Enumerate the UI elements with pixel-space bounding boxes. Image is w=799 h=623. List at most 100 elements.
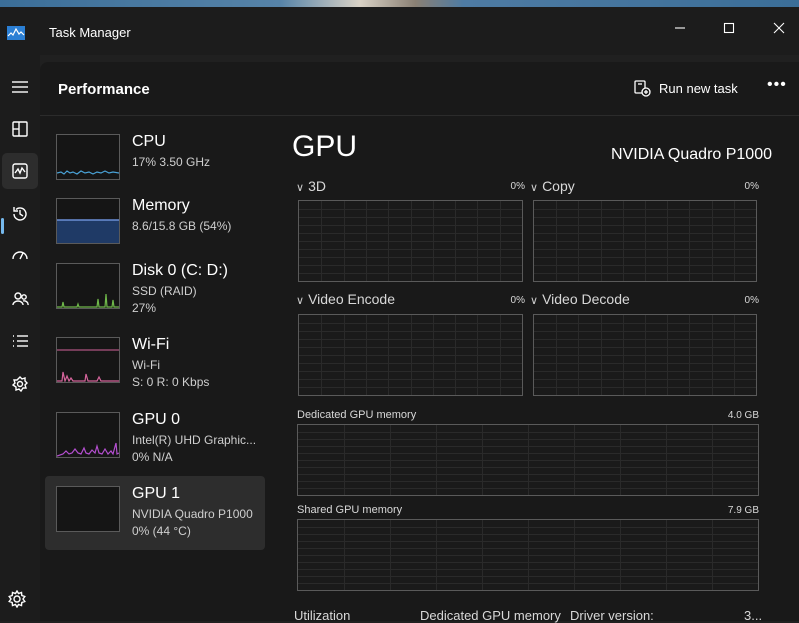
engine-3d-graph: [298, 200, 523, 282]
close-icon: [773, 22, 785, 34]
users-icon: [12, 292, 29, 306]
more-options-button[interactable]: •••: [767, 76, 787, 94]
nav-startup-apps[interactable]: [2, 238, 38, 274]
device-subtitle: 8.6/15.8 GB (54%): [132, 219, 232, 233]
engine-percent: 0%: [744, 295, 759, 306]
performance-icon: [12, 163, 28, 179]
disk-thumbnail-graph: [56, 263, 120, 309]
nav-menu-button[interactable]: [2, 69, 38, 105]
nav-services[interactable]: [2, 366, 38, 402]
memory-thumbnail-graph: [56, 198, 120, 244]
main-content: Performance Run new task ••• CPU 17% 3.5…: [40, 62, 799, 623]
page-header: Performance Run new task •••: [40, 62, 799, 116]
engine-percent: 0%: [510, 181, 525, 192]
run-new-task-label: Run new task: [659, 80, 738, 96]
engine-video-decode-label[interactable]: ∨ Video Decode: [530, 291, 630, 307]
dedicated-memory-max: 4.0 GB: [727, 410, 759, 421]
device-title: Disk 0 (C: D:): [132, 262, 228, 279]
task-manager-logo-icon: [7, 26, 25, 40]
shared-memory-label: Shared GPU memory: [297, 504, 403, 516]
device-subtitle: NVIDIA Quadro P1000: [132, 507, 253, 521]
desktop-wallpaper-strip: [0, 0, 799, 7]
maximize-button[interactable]: [706, 13, 752, 43]
engine-video-encode-label[interactable]: ∨ Video Encode: [296, 291, 395, 307]
gpu0-sparkline: [57, 442, 119, 457]
title-bar: Task Manager: [0, 7, 799, 55]
engine-name: Video Decode: [542, 291, 630, 307]
services-icon: [11, 376, 28, 393]
device-detail: S: 0 R: 0 Kbps: [132, 375, 210, 389]
detail-title: GPU: [292, 130, 358, 163]
minimize-icon: [675, 27, 685, 29]
device-card-gpu0[interactable]: GPU 0 Intel(R) UHD Graphic... 0% N/A: [45, 402, 265, 476]
nav-selected-indicator: [1, 218, 4, 234]
processes-icon: [12, 121, 28, 137]
run-new-task-button[interactable]: Run new task: [633, 78, 738, 98]
app-history-icon: [13, 207, 27, 221]
engine-name: Copy: [542, 178, 575, 194]
chevron-down-icon: ∨: [296, 182, 305, 194]
device-card-wifi[interactable]: Wi-Fi Wi-Fi S: 0 R: 0 Kbps: [45, 327, 265, 401]
chevron-down-icon: ∨: [530, 295, 539, 307]
device-title: Memory: [132, 197, 190, 214]
engine-copy-label[interactable]: ∨ Copy: [530, 178, 575, 194]
engine-3d-label[interactable]: ∨ 3D: [296, 178, 326, 194]
graph-grid: [299, 315, 522, 395]
engine-name: Video Encode: [308, 291, 395, 307]
device-card-disk[interactable]: Disk 0 (C: D:) SSD (RAID) 27%: [45, 253, 265, 327]
graph-grid: [299, 201, 522, 281]
engine-copy-graph: [533, 200, 757, 282]
window-title: Task Manager: [49, 25, 131, 40]
dedicated-memory-label: Dedicated GPU memory: [297, 409, 417, 421]
device-detail: 27%: [132, 301, 157, 315]
page-title: Performance: [58, 81, 150, 98]
device-card-memory[interactable]: Memory 8.6/15.8 GB (54%): [45, 188, 265, 262]
chevron-down-icon: ∨: [530, 182, 539, 194]
cpu-sparkline: [57, 170, 119, 175]
device-subtitle: 17% 3.50 GHz: [132, 155, 211, 169]
gpu0-thumbnail-graph: [56, 412, 120, 458]
device-detail: 0% N/A: [132, 450, 173, 464]
gpu-detail-panel: GPU NVIDIA Quadro P1000 ∨ 3D 0% ∨ Copy 0% …: [290, 124, 772, 621]
nav-details[interactable]: [2, 323, 38, 359]
cpu-thumbnail-graph: [56, 134, 120, 180]
wifi-sparkline: [57, 349, 119, 382]
device-title: Wi-Fi: [132, 336, 170, 353]
engine-video-encode-graph: [298, 314, 523, 396]
nav-users[interactable]: [2, 281, 38, 317]
dedicated-memory-graph: [297, 424, 759, 496]
device-title: CPU: [132, 133, 166, 150]
device-subtitle: SSD (RAID): [132, 284, 197, 298]
device-card-gpu1[interactable]: GPU 1 NVIDIA Quadro P1000 0% (44 °C): [45, 476, 265, 550]
minimize-button[interactable]: [657, 13, 703, 43]
engine-percent: 0%: [510, 295, 525, 306]
details-icon: [13, 335, 28, 347]
nav-app-history[interactable]: [2, 196, 38, 232]
gpu1-thumbnail-graph: [56, 486, 120, 532]
navigation-rail: [0, 55, 40, 621]
nav-performance[interactable]: [2, 153, 38, 189]
device-subtitle: Wi-Fi: [132, 358, 160, 372]
graph-grid: [298, 520, 758, 590]
hamburger-menu-icon: [12, 81, 28, 93]
device-title: GPU 1: [132, 485, 181, 502]
device-title: GPU 0: [132, 411, 181, 428]
engine-video-decode-graph: [533, 314, 757, 396]
gear-icon: [8, 590, 26, 608]
close-button[interactable]: [756, 13, 799, 43]
nav-processes[interactable]: [2, 111, 38, 147]
graph-grid: [298, 425, 758, 495]
gpu-model-name: NVIDIA Quadro P1000: [611, 146, 772, 163]
settings-button[interactable]: [3, 585, 31, 613]
disk-sparkline: [57, 293, 119, 308]
shared-memory-max: 7.9 GB: [727, 505, 759, 516]
engine-name: 3D: [308, 178, 326, 194]
wifi-thumbnail-graph: [56, 337, 120, 383]
device-card-cpu[interactable]: CPU 17% 3.50 GHz: [45, 124, 265, 198]
engine-percent: 0%: [744, 181, 759, 192]
maximize-icon: [723, 22, 735, 34]
graph-grid: [534, 201, 756, 281]
device-subtitle: Intel(R) UHD Graphic...: [132, 433, 257, 447]
run-task-icon: [634, 80, 651, 97]
startup-apps-icon: [12, 251, 28, 260]
